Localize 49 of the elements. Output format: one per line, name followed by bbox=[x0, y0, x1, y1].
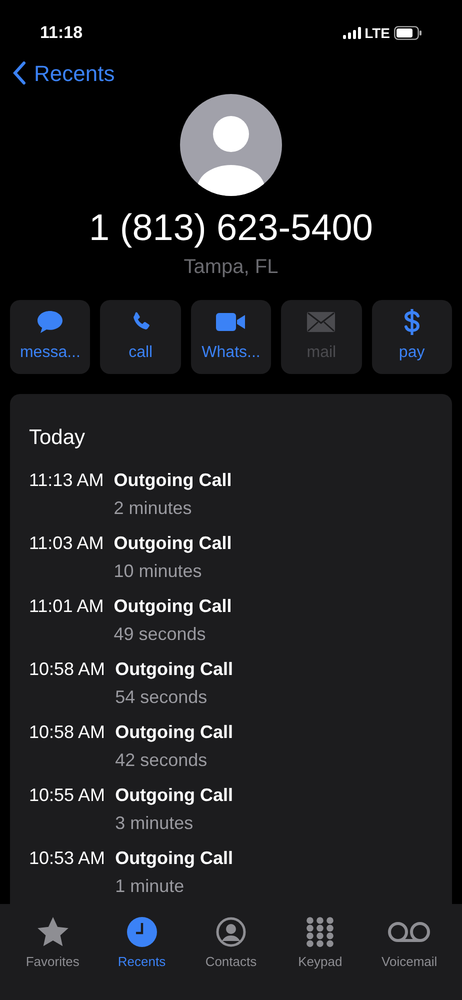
tab-item[interactable]: Recents bbox=[102, 916, 182, 1000]
location-label: Tampa, FL bbox=[182, 255, 280, 280]
call-time: 11:13 AM bbox=[29, 468, 104, 492]
call-type: Outgoing Call bbox=[114, 594, 232, 618]
back-button[interactable]: Recents bbox=[12, 56, 115, 90]
avatar-icon bbox=[180, 94, 282, 196]
call-duration: 2 minutes bbox=[114, 496, 193, 520]
tab-item[interactable]: Keypad bbox=[280, 916, 360, 1000]
clock-icon bbox=[126, 917, 157, 947]
call-duration: 49 seconds bbox=[114, 622, 207, 646]
call-duration: 42 seconds bbox=[115, 748, 208, 772]
call-type: Outgoing Call bbox=[115, 846, 234, 870]
clock-time: 11:18 bbox=[40, 22, 83, 44]
call-time: 10:55 AM bbox=[29, 784, 106, 806]
call-type: Outgoing Call bbox=[115, 658, 234, 680]
signal-icon bbox=[342, 27, 361, 39]
call-type: Outgoing Call bbox=[114, 468, 232, 492]
star-icon bbox=[36, 917, 69, 947]
action-button[interactable]: Whats... bbox=[190, 300, 272, 374]
tab-item[interactable]: Contacts bbox=[190, 916, 271, 1000]
dollar-icon bbox=[404, 308, 420, 336]
tab-item[interactable]: Favorites bbox=[12, 916, 93, 1000]
call-time: 11:01 AM bbox=[29, 594, 104, 618]
call-duration: 3 minutes bbox=[115, 812, 194, 834]
keypad-icon bbox=[305, 917, 336, 947]
call-time: 11:03 AM bbox=[29, 532, 104, 554]
voicemail-icon bbox=[387, 920, 432, 944]
person-circle-icon bbox=[216, 917, 246, 947]
battery-icon bbox=[394, 26, 422, 40]
call-type: Outgoing Call bbox=[114, 532, 232, 554]
phone-number: 1 (813) 623-5400 bbox=[88, 206, 374, 250]
tab-item[interactable]: Voicemail bbox=[369, 916, 450, 1000]
chevron-left-icon bbox=[12, 61, 26, 85]
action-button[interactable]: messa... bbox=[10, 300, 90, 374]
section-heading: Today bbox=[29, 425, 86, 451]
call-time: 10:53 AM bbox=[29, 846, 106, 870]
action-button[interactable]: pay bbox=[372, 300, 452, 374]
call-duration: 54 seconds bbox=[115, 686, 208, 708]
call-duration: 1 minute bbox=[115, 874, 186, 898]
call-duration: 10 minutes bbox=[114, 560, 203, 582]
network-label: LTE bbox=[364, 24, 390, 42]
video-camera-icon bbox=[216, 312, 246, 332]
envelope-icon bbox=[307, 312, 336, 332]
call-time: 10:58 AM bbox=[29, 720, 106, 744]
call-type: Outgoing Call bbox=[115, 784, 234, 806]
call-time: 10:58 AM bbox=[29, 658, 106, 680]
action-button[interactable]: call bbox=[100, 300, 181, 374]
call-type: Outgoing Call bbox=[115, 720, 234, 744]
speech-bubble-icon bbox=[36, 310, 64, 334]
